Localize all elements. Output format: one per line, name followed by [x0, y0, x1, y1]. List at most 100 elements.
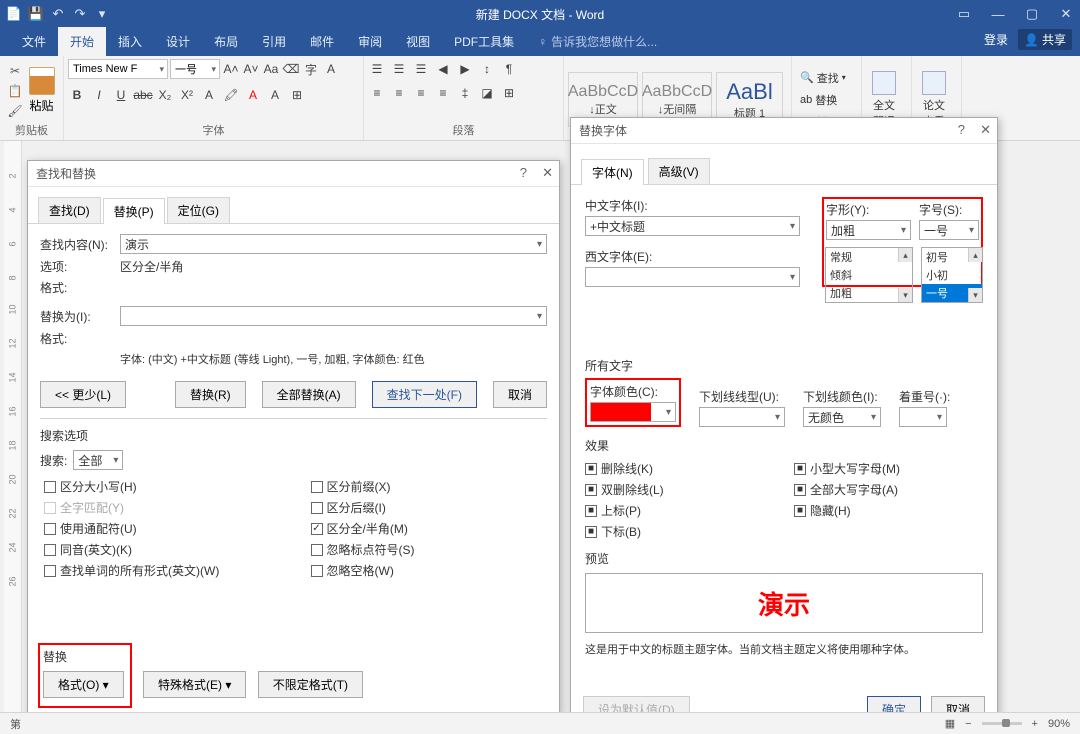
chk-match-case[interactable]: 区分大小写(H): [44, 478, 281, 495]
undo-icon[interactable]: ↶: [50, 6, 66, 22]
font-name-combo[interactable]: Times New F: [68, 59, 168, 79]
scroll-down-icon[interactable]: ▾: [898, 288, 912, 302]
line-spacing-icon[interactable]: ‡: [456, 83, 474, 103]
maximize-icon[interactable]: ▢: [1024, 6, 1040, 22]
qat-more-icon[interactable]: ▾: [94, 6, 110, 22]
redo-icon[interactable]: ↷: [72, 6, 88, 22]
zoom-out-icon[interactable]: −: [965, 718, 971, 730]
scroll-down-icon[interactable]: ▾: [968, 288, 982, 302]
indent-inc-icon[interactable]: ▶: [456, 59, 474, 79]
scroll-up-icon[interactable]: ▴: [898, 248, 912, 262]
tab-view[interactable]: 视图: [394, 27, 442, 56]
align-left-icon[interactable]: ≡: [368, 83, 386, 103]
chk-forms[interactable]: 查找单词的所有形式(英文)(W): [44, 562, 281, 579]
tab-insert[interactable]: 插入: [106, 27, 154, 56]
close-icon[interactable]: ✕: [1058, 6, 1074, 22]
tab-goto[interactable]: 定位(G): [167, 197, 230, 223]
help-icon[interactable]: ?: [520, 165, 527, 180]
tab-design[interactable]: 设计: [154, 27, 202, 56]
emphasis-select[interactable]: [899, 407, 947, 427]
ribbon-options-icon[interactable]: ▭: [956, 6, 972, 22]
font-color-icon[interactable]: A: [244, 85, 262, 105]
font-tab-font[interactable]: 字体(N): [581, 159, 644, 185]
underline-color-select[interactable]: 无颜色: [803, 407, 881, 427]
no-format-button[interactable]: 不限定格式(T): [258, 671, 363, 698]
chk-punct[interactable]: 忽略标点符号(S): [311, 541, 548, 558]
strike-button[interactable]: abc: [134, 85, 152, 105]
chk-prefix[interactable]: 区分前缀(X): [311, 478, 548, 495]
replace-button[interactable]: 替换(R): [175, 381, 246, 408]
chk-hidden[interactable]: ■隐藏(H): [794, 502, 983, 519]
show-marks-icon[interactable]: ¶: [500, 59, 518, 79]
align-center-icon[interactable]: ≡: [390, 83, 408, 103]
replace-all-button[interactable]: 全部替换(A): [262, 381, 356, 408]
find-input[interactable]: 演示: [120, 234, 547, 254]
underline-style-select[interactable]: [699, 407, 785, 427]
sort-icon[interactable]: ↕: [478, 59, 496, 79]
format-button[interactable]: 格式(O) ▾: [43, 671, 124, 698]
chk-strike[interactable]: ■删除线(K): [585, 460, 774, 477]
grow-font-icon[interactable]: A˄: [222, 59, 240, 79]
subscript-button[interactable]: X₂: [156, 85, 174, 105]
find-next-button[interactable]: 查找下一处(F): [372, 381, 477, 408]
chk-suffix[interactable]: 区分后缀(I): [311, 499, 548, 516]
underline-button[interactable]: U: [112, 85, 130, 105]
numbering-icon[interactable]: ☰: [390, 59, 408, 79]
chk-super[interactable]: ■上标(P): [585, 502, 774, 519]
login-link[interactable]: 登录: [984, 31, 1008, 48]
paste-button[interactable]: 粘贴: [24, 67, 59, 114]
view-icon[interactable]: ▦: [945, 717, 955, 730]
text-effects-icon[interactable]: A: [200, 85, 218, 105]
align-right-icon[interactable]: ≡: [412, 83, 430, 103]
tab-home[interactable]: 开始: [58, 27, 106, 56]
copy-icon[interactable]: 📋: [6, 82, 24, 100]
char-border-icon[interactable]: A: [266, 85, 284, 105]
font-style-input[interactable]: 加粗: [826, 220, 911, 240]
close-icon[interactable]: ✕: [542, 165, 553, 181]
replace-input[interactable]: [120, 306, 547, 326]
chk-smallcaps[interactable]: ■小型大写字母(M): [794, 460, 983, 477]
chk-dstrike[interactable]: ■双删除线(L): [585, 481, 774, 498]
west-font-select[interactable]: [585, 267, 800, 287]
superscript-button[interactable]: X²: [178, 85, 196, 105]
format-painter-icon[interactable]: 🖌: [6, 102, 24, 120]
zoom-in-icon[interactable]: +: [1032, 718, 1038, 730]
highlight-icon[interactable]: 🖍: [222, 85, 240, 105]
font-tab-advanced[interactable]: 高级(V): [648, 158, 710, 184]
font-dlg-help-icon[interactable]: ?: [958, 122, 965, 137]
save-icon[interactable]: 💾: [28, 6, 44, 22]
special-format-button[interactable]: 特殊格式(E) ▾: [143, 671, 246, 698]
justify-icon[interactable]: ≡: [434, 83, 452, 103]
tab-mailings[interactable]: 邮件: [298, 27, 346, 56]
cancel-button[interactable]: 取消: [493, 381, 547, 408]
shrink-font-icon[interactable]: A˅: [242, 59, 260, 79]
phonetic-icon[interactable]: 字: [302, 59, 320, 79]
font-size-combo[interactable]: 一号: [170, 59, 220, 79]
cn-font-select[interactable]: +中文标题: [585, 216, 800, 236]
search-scope-select[interactable]: 全部: [73, 450, 123, 470]
chk-wildcard[interactable]: 使用通配符(U): [44, 520, 281, 537]
enclose-icon[interactable]: A: [322, 59, 340, 79]
chk-sounds[interactable]: 同音(英文)(K): [44, 541, 281, 558]
chk-allcaps[interactable]: ■全部大写字母(A): [794, 481, 983, 498]
cut-icon[interactable]: ✂: [6, 62, 24, 80]
tab-find[interactable]: 查找(D): [38, 197, 101, 223]
scroll-up-icon[interactable]: ▴: [968, 248, 982, 262]
font-size-input[interactable]: 一号: [919, 220, 979, 240]
tell-me[interactable]: ♀ 告诉我您想做什么...: [538, 33, 657, 56]
clear-format-icon[interactable]: ⌫: [282, 59, 300, 79]
bold-button[interactable]: B: [68, 85, 86, 105]
tab-replace[interactable]: 替换(P): [103, 198, 165, 224]
italic-button[interactable]: I: [90, 85, 108, 105]
char-shading-icon[interactable]: ⊞: [288, 85, 306, 105]
change-case-icon[interactable]: Aa: [262, 59, 280, 79]
tab-pdf[interactable]: PDF工具集: [442, 27, 526, 56]
multilevel-icon[interactable]: ☰: [412, 59, 430, 79]
tab-file[interactable]: 文件: [10, 27, 58, 56]
tab-review[interactable]: 审阅: [346, 27, 394, 56]
minimize-icon[interactable]: —: [990, 6, 1006, 22]
borders-icon[interactable]: ⊞: [500, 83, 518, 103]
font-size-list[interactable]: 初号 小初 一号 ▴ ▾: [921, 247, 983, 303]
font-style-list[interactable]: 常规 倾斜 加粗 ▴ ▾: [825, 247, 913, 303]
shading-icon[interactable]: ◪: [478, 83, 496, 103]
